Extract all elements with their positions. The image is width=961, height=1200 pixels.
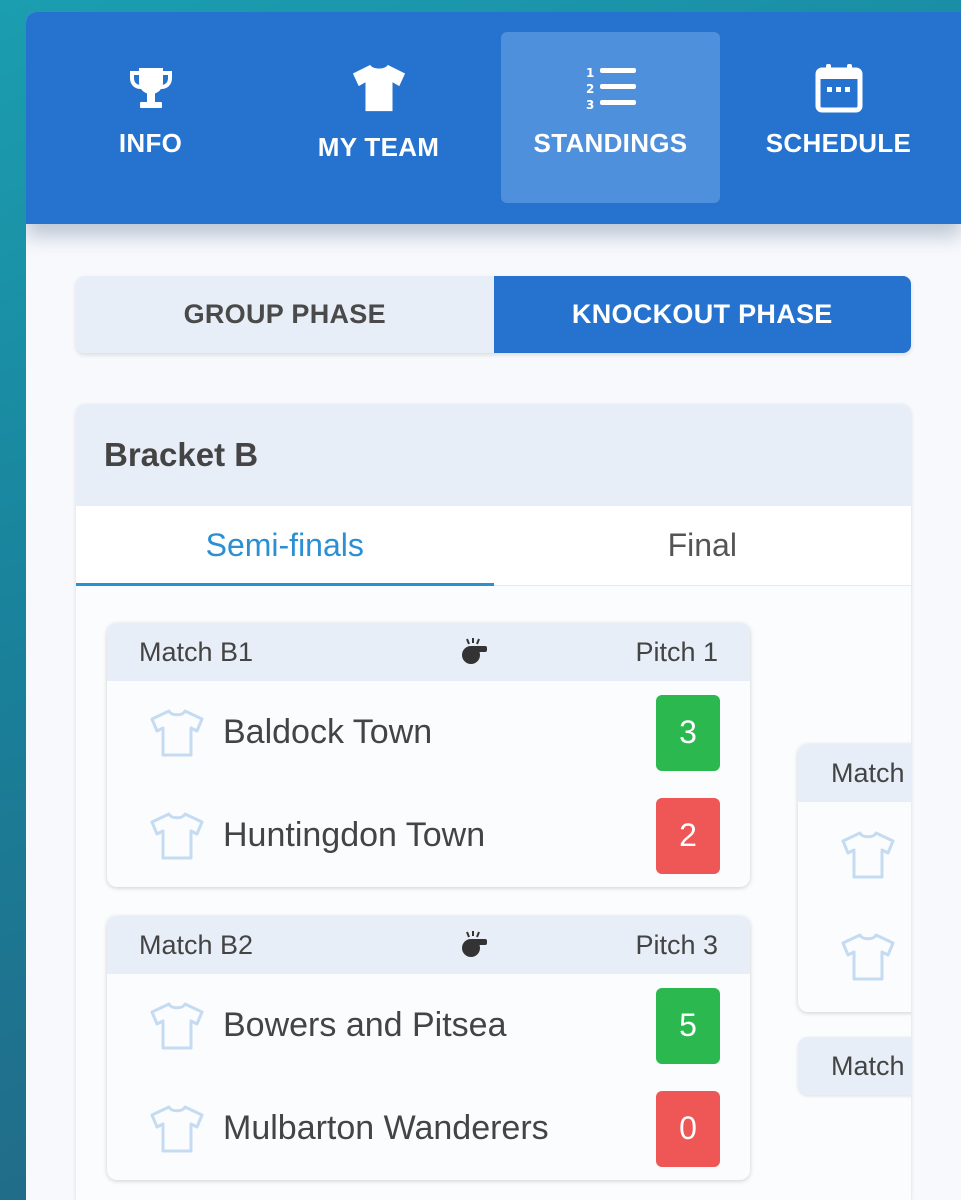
whistle-icon xyxy=(462,638,488,664)
shirt-icon xyxy=(150,1002,204,1049)
shirt-icon xyxy=(841,933,895,981)
round-tabs: Semi-finals Final xyxy=(76,506,911,586)
match-header: Match B2 Pitch 3 xyxy=(107,916,750,974)
team-name: Bowers and Pitsea xyxy=(223,1006,507,1044)
tab-final[interactable]: Final xyxy=(494,506,912,585)
team-name: Baldock Town xyxy=(223,713,433,751)
svg-text:3: 3 xyxy=(586,98,594,111)
team-row: Baldock Town 3 xyxy=(107,681,750,784)
third-place-match-label: Match xyxy=(831,1050,905,1081)
pitch-label: Pitch 1 xyxy=(635,636,718,667)
shirt-icon xyxy=(150,709,204,756)
bracket-card: Bracket B Semi-finals Final Match B1 Pit… xyxy=(76,404,911,1200)
team-row: Huntingdon Town 2 xyxy=(107,784,750,887)
match-label: Match B2 xyxy=(139,929,254,960)
team-name: Huntingdon Town xyxy=(223,816,486,854)
match-header: Match B1 Pitch 1 xyxy=(107,623,750,681)
phase-toggle: GROUP PHASE KNOCKOUT PHASE xyxy=(76,276,911,353)
svg-text:2: 2 xyxy=(586,82,594,96)
team-row: Mulbarton Wanderers 0 xyxy=(107,1077,750,1180)
team-row: Bowers and Pitsea 5 xyxy=(107,974,750,1077)
score-badge: 0 xyxy=(656,1090,720,1167)
trophy-icon xyxy=(123,60,179,116)
shirt-icon xyxy=(351,60,407,116)
shirt-icon xyxy=(150,812,204,859)
bracket-title: Bracket B xyxy=(104,436,259,473)
calendar-icon xyxy=(811,60,867,116)
group-phase-button[interactable]: GROUP PHASE xyxy=(76,276,494,353)
nav-info[interactable]: INFO xyxy=(41,32,260,203)
shirt-icon xyxy=(150,1105,204,1152)
whistle-icon xyxy=(462,931,488,957)
nav-standings[interactable]: 1 2 3 STANDINGS xyxy=(501,32,720,203)
score-badge: 2 xyxy=(656,797,720,874)
bracket-header: Bracket B xyxy=(76,404,911,506)
nav-standings-label: STANDINGS xyxy=(533,128,688,158)
shirt-icon xyxy=(841,831,895,879)
team-name: Mulbarton Wanderers xyxy=(223,1109,549,1147)
third-place-match-card[interactable]: Match xyxy=(798,1037,911,1095)
score-badge: 5 xyxy=(656,987,720,1064)
score-badge: 3 xyxy=(656,694,720,771)
knockout-phase-button[interactable]: KNOCKOUT PHASE xyxy=(493,276,911,353)
match-card[interactable]: Match B1 Pitch 1 Baldock Town 3 Huntingd… xyxy=(107,623,750,887)
nav-info-label: INFO xyxy=(118,128,183,158)
tab-semi-finals[interactable]: Semi-finals xyxy=(76,506,494,586)
nav-my-team-label: MY TEAM xyxy=(317,132,440,162)
final-match-label: Match xyxy=(798,744,911,802)
nav-schedule-label: SCHEDULE xyxy=(765,128,912,158)
final-match-card[interactable]: Match xyxy=(798,744,911,1012)
match-label: Match B1 xyxy=(139,636,254,667)
match-card[interactable]: Match B2 Pitch 3 Bowers and Pitsea 5 Mul… xyxy=(107,916,750,1180)
numbered-list-icon: 1 2 3 xyxy=(583,60,639,116)
app-window: INFO MY TEAM 1 2 3 STANDINGS SCHEDULE GR… xyxy=(26,12,961,1200)
pitch-label: Pitch 3 xyxy=(635,929,718,960)
nav-my-team[interactable]: MY TEAM xyxy=(269,32,488,203)
svg-text:1: 1 xyxy=(586,66,594,80)
top-navigation: INFO MY TEAM 1 2 3 STANDINGS SCHEDULE xyxy=(26,12,961,224)
nav-schedule[interactable]: SCHEDULE xyxy=(729,32,948,203)
